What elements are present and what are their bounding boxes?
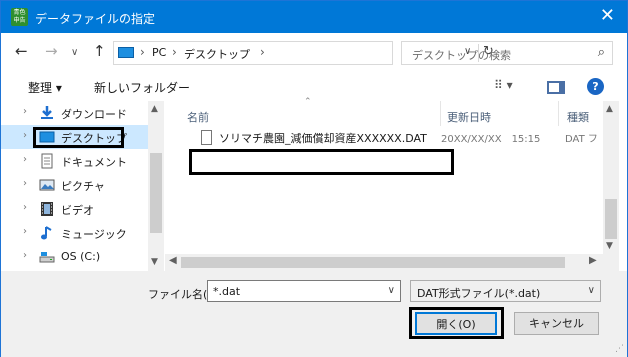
- cancel-button[interactable]: キャンセル: [514, 312, 599, 335]
- nav-item-videos[interactable]: › ビデオ: [1, 197, 149, 221]
- column-header-modified[interactable]: 更新日時: [447, 109, 491, 125]
- back-icon[interactable]: ←: [15, 43, 28, 59]
- breadcrumb-separator: ›: [260, 45, 265, 59]
- window-title: データファイルの指定: [35, 12, 156, 26]
- picture-icon: [39, 179, 55, 191]
- expand-chevron-icon[interactable]: ›: [23, 202, 27, 213]
- file-list: ⌃ 名前 更新日時 種類 ソリマチ農園_減価償却資産XXXXXX.DAT 20X…: [165, 97, 603, 271]
- scroll-right-icon[interactable]: ▶: [589, 255, 597, 266]
- column-header-name[interactable]: 名前: [187, 109, 209, 125]
- file-row[interactable]: ソリマチ農園_減価償却資産XXXXXX.DAT 20XX/XX/XX 15:15…: [181, 128, 601, 175]
- nav-item-label: ビデオ: [61, 204, 94, 217]
- scrollbar-thumb[interactable]: [605, 199, 617, 239]
- nav-item-label: ピクチャ: [61, 180, 105, 193]
- preview-pane-icon[interactable]: [547, 81, 565, 94]
- nav-item-music[interactable]: › ミュージック: [1, 221, 149, 245]
- nav-pane-scrollbar[interactable]: ▲ ▼: [148, 101, 164, 271]
- command-toolbar: 整理 ▾ 新しいフォルダー ⠿ ▾ ?: [1, 73, 627, 101]
- drive-icon: [39, 252, 55, 263]
- scrollbar-thumb[interactable]: [150, 153, 162, 233]
- scroll-down-icon[interactable]: ▼: [151, 257, 158, 267]
- file-open-dialog: 青色 申告 データファイルの指定 ✕ ← → ∨ ↑ › PC › デスクトップ …: [0, 0, 628, 357]
- recent-locations-icon[interactable]: ∨: [71, 45, 78, 61]
- nav-item-downloads[interactable]: › ダウンロード: [1, 101, 149, 125]
- filetype-value: DAT形式ファイル(*.dat): [417, 287, 541, 300]
- file-modified: 20XX/XX/XX 15:15: [441, 134, 541, 145]
- document-icon: [41, 153, 53, 169]
- filename-value: *.dat: [213, 285, 241, 298]
- scroll-up-icon[interactable]: ▲: [151, 104, 158, 114]
- file-list-horizontal-scrollbar[interactable]: ◀ ▶: [165, 254, 603, 271]
- dialog-footer: ファイル名(N): *.dat ∨ DAT形式ファイル(*.dat) ∨ 開く(…: [1, 271, 627, 357]
- nav-item-desktop[interactable]: › デスクトップ: [1, 125, 149, 149]
- new-folder-button[interactable]: 新しいフォルダー: [94, 79, 190, 96]
- scroll-down-icon[interactable]: ▼: [606, 241, 613, 251]
- app-icon: 青色 申告: [11, 8, 28, 26]
- resize-grip-icon[interactable]: ⋰: [615, 344, 624, 354]
- filetype-select[interactable]: DAT形式ファイル(*.dat) ∨: [410, 280, 601, 302]
- expand-chevron-icon[interactable]: ›: [23, 178, 27, 189]
- help-icon[interactable]: ?: [587, 78, 604, 95]
- navigation-pane: › ダウンロード › デスクトップ › ドキュメント › ピクチャ › ビデオ …: [1, 101, 164, 271]
- music-icon: [41, 226, 52, 240]
- scrollbar-thumb[interactable]: [181, 257, 565, 268]
- sort-ascending-icon: ⌃: [304, 97, 312, 107]
- scroll-up-icon[interactable]: ▲: [606, 104, 613, 114]
- expand-chevron-icon[interactable]: ›: [23, 130, 27, 141]
- organize-button[interactable]: 整理 ▾: [28, 79, 62, 96]
- forward-icon[interactable]: →: [45, 43, 58, 59]
- column-divider[interactable]: [558, 101, 559, 126]
- chevron-down-icon[interactable]: ∨: [588, 285, 595, 296]
- breadcrumb-pc[interactable]: PC: [152, 46, 166, 59]
- video-icon: [41, 202, 53, 216]
- view-options-icon[interactable]: ⠿ ▾: [494, 78, 513, 92]
- breadcrumb-desktop[interactable]: デスクトップ: [184, 46, 250, 62]
- breadcrumb-separator: ›: [172, 45, 177, 59]
- column-header-type[interactable]: 種類: [567, 109, 589, 125]
- breadcrumb-separator: ›: [140, 45, 145, 59]
- search-input[interactable]: デスクトップの検索 ⌕: [401, 41, 613, 65]
- pc-icon: [118, 47, 134, 58]
- column-divider[interactable]: [440, 101, 441, 126]
- nav-item-documents[interactable]: › ドキュメント: [1, 149, 149, 173]
- filename-input[interactable]: *.dat ∨: [207, 280, 401, 302]
- file-name: ソリマチ農園_減価償却資産XXXXXX.DAT: [219, 132, 427, 145]
- title-bar: 青色 申告 データファイルの指定 ✕: [1, 1, 627, 33]
- search-icon: ⌕: [597, 45, 605, 60]
- file-icon: [201, 130, 212, 145]
- nav-item-label: ダウンロード: [61, 108, 127, 121]
- nav-item-label: ドキュメント: [61, 156, 127, 169]
- up-folder-icon[interactable]: ↑: [93, 43, 106, 59]
- nav-item-pictures[interactable]: › ピクチャ: [1, 173, 149, 197]
- expand-chevron-icon[interactable]: ›: [23, 226, 27, 237]
- file-list-vertical-scrollbar[interactable]: ▲ ▼: [603, 101, 619, 271]
- expand-chevron-icon[interactable]: ›: [23, 154, 27, 165]
- nav-item-label: ミュージック: [61, 228, 127, 241]
- open-button[interactable]: 開く(O): [415, 312, 497, 335]
- address-bar[interactable]: › PC › デスクトップ › ∨ ↻: [113, 41, 494, 65]
- download-icon: [41, 106, 53, 119]
- expand-chevron-icon[interactable]: ›: [23, 106, 27, 117]
- close-icon[interactable]: ✕: [600, 7, 615, 25]
- highlight-box: [33, 127, 124, 148]
- search-placeholder: デスクトップの検索: [412, 49, 511, 62]
- chevron-down-icon[interactable]: ∨: [388, 285, 395, 296]
- navigation-bar: ← → ∨ ↑ › PC › デスクトップ › ∨ ↻ デスクトップの検索 ⌕: [1, 33, 627, 73]
- expand-chevron-icon[interactable]: ›: [23, 250, 27, 261]
- file-type: DAT フ: [565, 134, 598, 145]
- highlight-box: [189, 149, 454, 175]
- nav-item-drive-c[interactable]: › OS (C:): [1, 245, 149, 269]
- scroll-left-icon[interactable]: ◀: [169, 255, 177, 266]
- nav-item-label: OS (C:): [61, 250, 101, 263]
